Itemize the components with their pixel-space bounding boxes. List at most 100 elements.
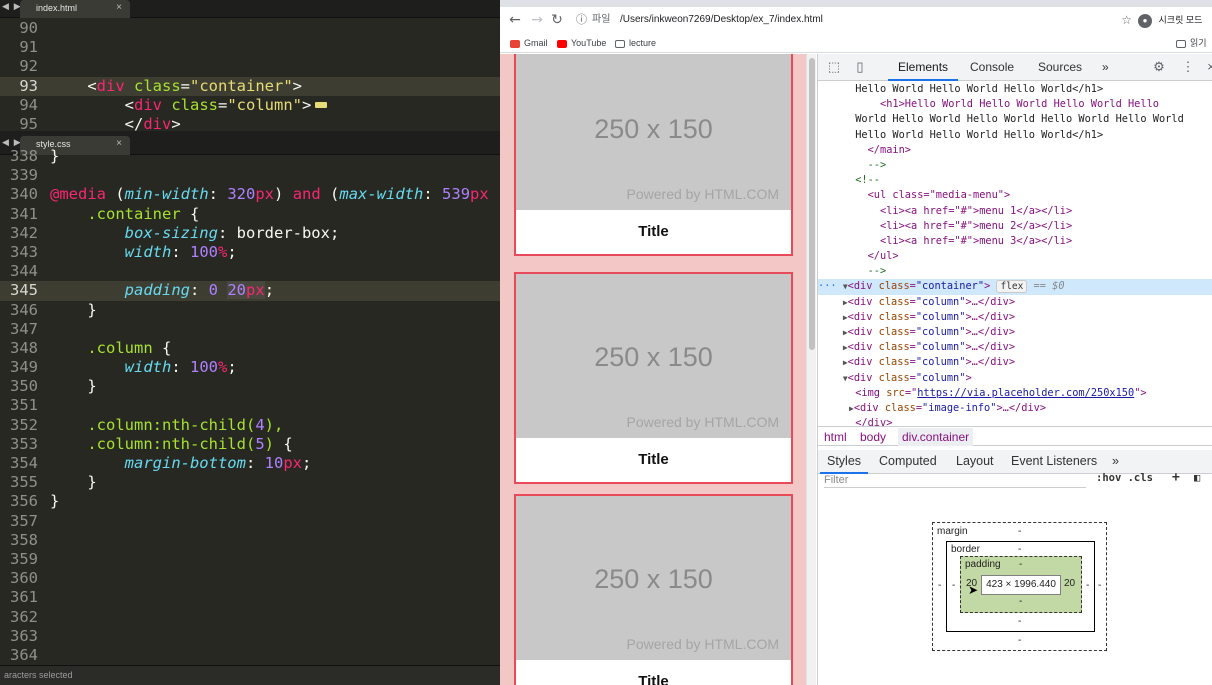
more-tabs-icon[interactable]: »: [1102, 60, 1109, 74]
forward-arrow-icon[interactable]: →: [528, 11, 546, 29]
dom-row[interactable]: <li><a href="#">menu 1</a></li>: [818, 204, 1212, 219]
code-line[interactable]: 92: [0, 57, 500, 76]
code-line[interactable]: 91: [0, 38, 500, 57]
back-arrow-icon[interactable]: ←: [506, 11, 524, 29]
dom-row-image-info[interactable]: ▶<div class="image-info">…</div>: [818, 401, 1212, 416]
dom-row[interactable]: <li><a href="#">menu 3</a></li>: [818, 234, 1212, 249]
dom-row-column[interactable]: ▶<div class="column">…</div>: [818, 340, 1212, 355]
code-line[interactable]: 359: [0, 550, 500, 569]
url-text[interactable]: /Users/inkweon7269/Desktop/ex_7/index.ht…: [620, 10, 823, 30]
close-icon[interactable]: ×: [1203, 59, 1212, 75]
code-line[interactable]: 352 .column:nth-child(4),: [0, 416, 500, 435]
breadcrumb-body[interactable]: body: [860, 428, 886, 446]
code-line[interactable]: 354 margin-bottom: 10px;: [0, 454, 500, 473]
dom-tree[interactable]: Hello World Hello World Hello World</h1>…: [818, 82, 1212, 426]
code-line[interactable]: 340 @media (min-width: 320px) and (max-wi…: [0, 185, 500, 204]
dom-row-column[interactable]: ▶<div class="column">…</div>: [818, 355, 1212, 370]
code-line[interactable]: 364: [0, 646, 500, 665]
close-icon[interactable]: ×: [116, 2, 122, 13]
html-pane[interactable]: 90 91 92 93 <div class="container"> 94 <div …: [0, 19, 500, 131]
code-line[interactable]: 362: [0, 608, 500, 627]
code-line[interactable]: 356}: [0, 492, 500, 511]
scrollbar-thumb[interactable]: [809, 58, 815, 350]
code-line[interactable]: 344: [0, 262, 500, 281]
code-line[interactable]: 358: [0, 531, 500, 550]
inspect-element-icon[interactable]: ⬚: [826, 59, 842, 75]
dom-row-column[interactable]: ▶<div class="column">…</div>: [818, 310, 1212, 325]
more-subtabs-icon[interactable]: »: [1112, 454, 1119, 468]
bookmark-star-icon[interactable]: ☆: [1121, 10, 1132, 30]
dom-row[interactable]: <ul class="media-menu">: [818, 188, 1212, 203]
tab-elements[interactable]: Elements: [898, 60, 948, 74]
tab-sources[interactable]: Sources: [1038, 60, 1082, 74]
code-line[interactable]: 355 }: [0, 473, 500, 492]
fold-marker-icon[interactable]: [315, 102, 328, 109]
code-line[interactable]: 349 width: 100%;: [0, 358, 500, 377]
breadcrumb-html[interactable]: html: [824, 428, 847, 446]
gear-icon[interactable]: ⚙: [1151, 59, 1167, 75]
tab-computed[interactable]: Computed: [879, 454, 937, 468]
reload-icon[interactable]: ↻: [548, 11, 566, 29]
code-line[interactable]: 93 <div class="container">: [0, 76, 500, 96]
tab-layout[interactable]: Layout: [956, 454, 994, 468]
code-line[interactable]: 94 <div class="column">: [0, 96, 500, 115]
code-line[interactable]: 350 }: [0, 377, 500, 396]
code-line[interactable]: 95 </div>: [0, 115, 500, 131]
device-toolbar-icon[interactable]: ▯: [852, 59, 868, 75]
reading-list[interactable]: 읽기: [1176, 37, 1207, 49]
dom-row-img[interactable]: <img src="https://via.placeholder.com/25…: [818, 386, 1212, 401]
tab-index-html[interactable]: index.html ×: [20, 0, 130, 18]
dom-row-column[interactable]: ▶<div class="column">…</div>: [818, 295, 1212, 310]
code-line[interactable]: 353 .column:nth-child(5) {: [0, 435, 500, 454]
flex-badge[interactable]: flex: [996, 280, 1028, 294]
address-bar[interactable]: ⓘ 파일 /Users/inkweon7269/Desktop/ex_7/ind…: [572, 10, 1132, 30]
code-line[interactable]: 342 box-sizing: border-box;: [0, 224, 500, 243]
box-model-content[interactable]: 423 × 1996.440: [981, 575, 1061, 595]
dom-row[interactable]: Hello World Hello World Hello World</h1>: [818, 128, 1212, 143]
dom-row[interactable]: <h1>Hello World Hello World Hello World …: [818, 97, 1212, 112]
tab-console[interactable]: Console: [970, 60, 1014, 74]
site-info-icon[interactable]: ⓘ: [576, 10, 587, 30]
code-line[interactable]: 345 padding: 0 20px;: [0, 281, 500, 301]
page-scrollbar[interactable]: [806, 54, 816, 685]
code-line[interactable]: 361: [0, 588, 500, 607]
dom-row[interactable]: </ul>: [818, 249, 1212, 264]
css-pane[interactable]: 338} 339 340 @media (min-width: 320px) and …: [0, 147, 500, 665]
code-line[interactable]: 341 .container {: [0, 205, 500, 224]
code-line[interactable]: 348 .column {: [0, 339, 500, 358]
page-viewport[interactable]: 250 x 150 Powered by HTML.COM Title 250 …: [500, 54, 816, 685]
img-src-link[interactable]: https://via.placeholder.com/250x150: [917, 387, 1134, 399]
dom-row[interactable]: <li><a href="#">menu 2</a></li>: [818, 219, 1212, 234]
hov-cls-toggles[interactable]: :hov .cls: [1096, 472, 1153, 484]
code-line[interactable]: 90: [0, 19, 500, 38]
toggle-sidebar-icon[interactable]: ◧: [1194, 472, 1200, 484]
code-line[interactable]: 338}: [0, 147, 500, 166]
add-rule-icon[interactable]: +: [1172, 470, 1180, 485]
tab-scroll-arrows-icon[interactable]: ◀ ▶: [2, 2, 22, 12]
code-line[interactable]: 357: [0, 512, 500, 531]
tab-styles[interactable]: Styles: [827, 454, 861, 468]
dom-row-close[interactable]: </div>: [818, 416, 1212, 426]
dom-row[interactable]: World Hello World Hello World Hello Worl…: [818, 112, 1212, 127]
bookmark-youtube[interactable]: YouTube: [557, 37, 606, 49]
dom-row[interactable]: -->: [818, 264, 1212, 279]
dom-row[interactable]: -->: [818, 158, 1212, 173]
code-line[interactable]: 346 }: [0, 301, 500, 320]
kebab-menu-icon[interactable]: ⋮: [1180, 59, 1196, 75]
bookmark-gmail[interactable]: Gmail: [510, 37, 548, 49]
code-line[interactable]: 347: [0, 320, 500, 339]
code-line[interactable]: 363: [0, 627, 500, 646]
bookmark-lecture[interactable]: lecture: [615, 37, 656, 49]
code-line[interactable]: 351: [0, 396, 500, 415]
tab-event-listeners[interactable]: Event Listeners: [1011, 454, 1097, 468]
dom-row[interactable]: </main>: [818, 143, 1212, 158]
code-line[interactable]: 343 width: 100%;: [0, 243, 500, 262]
incognito-profile[interactable]: ● 시크릿 모드: [1138, 12, 1202, 30]
dom-row-selected[interactable]: ··· ▼<div class="container"> flex == $0: [818, 279, 1212, 295]
breadcrumb-div-container[interactable]: div.container: [898, 428, 974, 446]
box-model-padding[interactable]: padding - - 20 20 423 × 1996.440: [960, 556, 1082, 613]
row-actions-icon[interactable]: ···: [818, 280, 837, 292]
dom-row-column[interactable]: ▼<div class="column">: [818, 371, 1212, 386]
box-model-margin[interactable]: margin - - - - border - - - - padding - …: [932, 522, 1107, 651]
code-line[interactable]: 360: [0, 569, 500, 588]
